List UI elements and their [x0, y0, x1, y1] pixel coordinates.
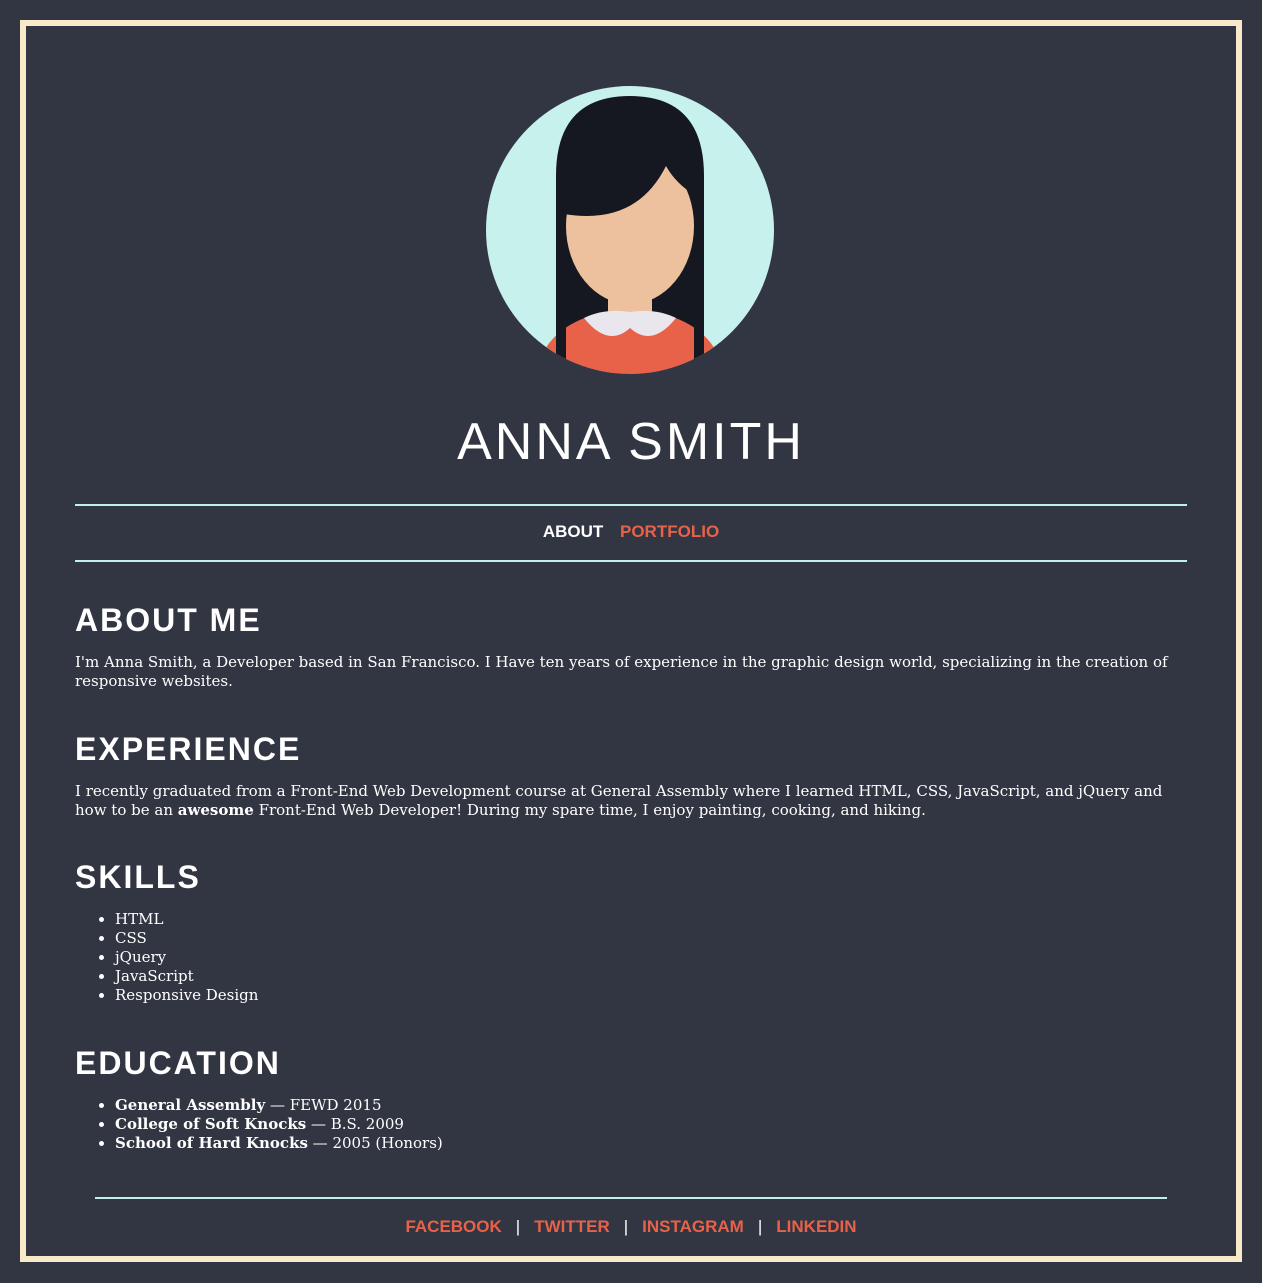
- education-detail: — B.S. 2009: [306, 1115, 404, 1133]
- twitter-link[interactable]: TWITTER: [534, 1217, 610, 1236]
- nav-top-divider: [75, 504, 1187, 506]
- experience-heading: EXPERIENCE: [75, 731, 302, 767]
- education-detail: — FEWD 2015: [265, 1096, 382, 1114]
- education-school: School of Hard Knocks: [115, 1134, 308, 1152]
- education-item: School of Hard Knocks — 2005 (Honors): [115, 1134, 1195, 1153]
- education-list: General Assembly — FEWD 2015 College of …: [75, 1096, 1195, 1153]
- nav-bottom-divider: [75, 560, 1187, 562]
- avatar-icon: [486, 86, 774, 374]
- main-nav: ABOUT PORTFOLIO: [26, 522, 1236, 542]
- skill-item: JavaScript: [115, 967, 1195, 986]
- education-school: College of Soft Knocks: [115, 1115, 307, 1133]
- link-separator: |: [757, 1217, 763, 1236]
- page-frame: ANNA SMITH ABOUT PORTFOLIO ABOUT ME I'm …: [20, 20, 1242, 1262]
- skill-item: jQuery: [115, 948, 1195, 967]
- social-links: FACEBOOK | TWITTER | INSTAGRAM | LINKEDIN: [26, 1217, 1236, 1237]
- skill-item: Responsive Design: [115, 986, 1195, 1005]
- education-detail: — 2005 (Honors): [307, 1134, 443, 1152]
- education-section: EDUCATION General Assembly — FEWD 2015 C…: [75, 1045, 1195, 1153]
- education-item: General Assembly — FEWD 2015: [115, 1096, 1195, 1115]
- education-item: College of Soft Knocks — B.S. 2009: [115, 1115, 1195, 1134]
- instagram-link[interactable]: INSTAGRAM: [642, 1217, 744, 1236]
- nav-portfolio-link[interactable]: PORTFOLIO: [620, 522, 719, 541]
- facebook-link[interactable]: FACEBOOK: [405, 1217, 501, 1236]
- linkedin-link[interactable]: LINKEDIN: [776, 1217, 856, 1236]
- skill-item: HTML: [115, 910, 1195, 929]
- nav-about-link[interactable]: ABOUT: [543, 522, 603, 541]
- about-heading: ABOUT ME: [75, 602, 262, 638]
- skills-heading: SKILLS: [75, 859, 201, 895]
- footer-divider: [95, 1197, 1167, 1199]
- link-separator: |: [623, 1217, 629, 1236]
- about-section: ABOUT ME I'm Anna Smith, a Developer bas…: [75, 602, 1195, 691]
- experience-emphasis: awesome: [177, 801, 254, 819]
- page-title: ANNA SMITH: [457, 413, 805, 471]
- education-school: General Assembly: [115, 1096, 266, 1114]
- education-heading: EDUCATION: [75, 1045, 281, 1081]
- experience-text-after: Front-End Web Developer! During my spare…: [253, 801, 926, 819]
- about-text: I'm Anna Smith, a Developer based in San…: [75, 653, 1168, 690]
- link-separator: |: [515, 1217, 521, 1236]
- skills-list: HTML CSS jQuery JavaScript Responsive De…: [75, 910, 1195, 1005]
- skill-item: CSS: [115, 929, 1195, 948]
- experience-section: EXPERIENCE I recently graduated from a F…: [75, 731, 1195, 820]
- skills-section: SKILLS HTML CSS jQuery JavaScript Respon…: [75, 859, 1195, 1005]
- experience-text: I recently graduated from a Front-End We…: [75, 782, 1195, 820]
